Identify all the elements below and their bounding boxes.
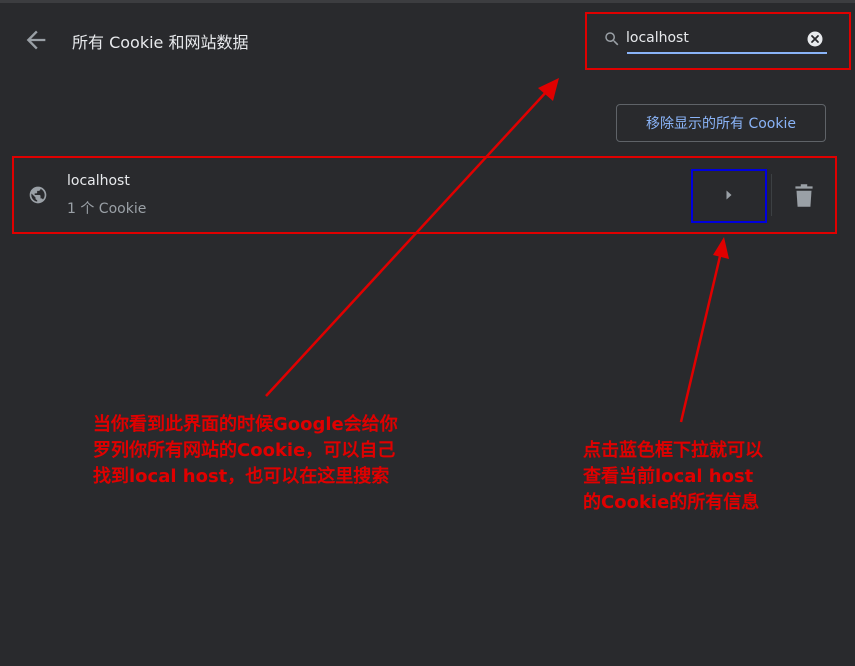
cookies-settings-page: 所有 Cookie 和网站数据 移除显示的所有 Cookie localhost…	[0, 0, 855, 666]
arrow-to-expand	[679, 251, 723, 423]
arrow-head-expand	[713, 237, 729, 259]
annotation-note-left: 当你看到此界面的时候Google会给你 罗列你所有网站的Cookie，可以自己 …	[93, 414, 398, 487]
annotation-note-right: 点击蓝色框下拉就可以 查看当前local host 的Cookie的所有信息	[583, 440, 763, 513]
annotation-arrows	[265, 78, 729, 423]
arrow-to-search	[265, 89, 549, 397]
